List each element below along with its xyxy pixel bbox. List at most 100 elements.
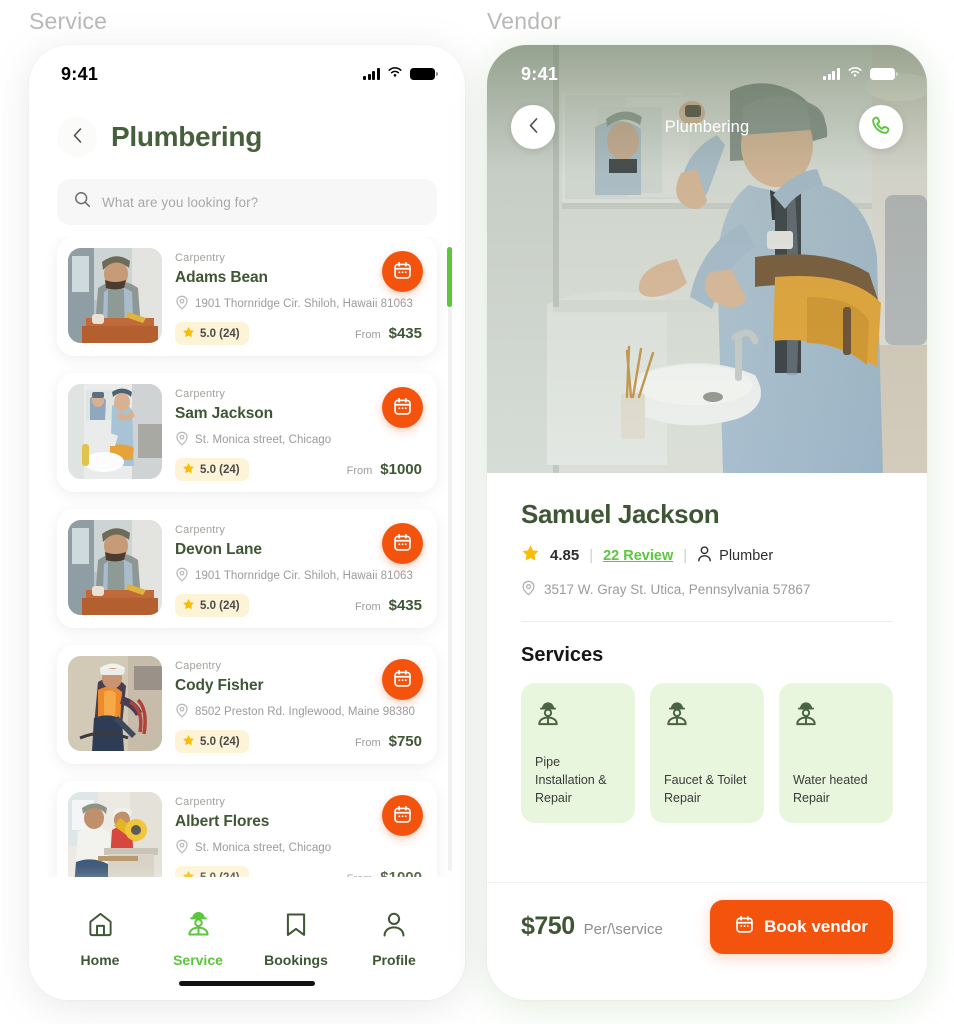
service-offering-label: Pipe Installation & Repair — [535, 754, 607, 805]
book-vendor-label: Book vendor — [764, 916, 868, 936]
location-pin-icon — [175, 703, 189, 721]
service-card[interactable]: Carpentry Sam Jackson St. Monica street,… — [57, 373, 437, 492]
tab-service[interactable]: Service — [155, 911, 241, 968]
hero-title: Plumbering — [664, 117, 750, 136]
search-icon — [74, 191, 91, 213]
vendor-role-label: Plumber — [719, 547, 774, 564]
rating-text: 5.0 (24) — [200, 599, 240, 612]
person-icon — [381, 911, 407, 943]
location-pin-icon — [175, 567, 189, 585]
star-icon — [521, 544, 540, 567]
wifi-icon — [847, 65, 863, 83]
price-block: From $1000 — [347, 869, 426, 877]
service-address-text: 1901 Thornridge Cir. Shiloh, Hawaii 8106… — [195, 570, 413, 582]
book-service-button[interactable] — [382, 795, 423, 836]
service-offering-card[interactable]: Pipe Installation & Repair — [521, 683, 635, 823]
tab-label: Profile — [372, 952, 416, 968]
tab-profile[interactable]: Profile — [351, 911, 437, 968]
price-from-label: From — [354, 601, 381, 613]
location-pin-icon — [521, 580, 536, 599]
location-pin-icon — [175, 295, 189, 313]
price-block: From $435 — [355, 325, 426, 342]
book-service-button[interactable] — [382, 251, 423, 292]
rating-text: 5.0 (24) — [200, 327, 240, 340]
calendar-icon — [393, 261, 412, 283]
service-list: Carpentry Adams Bean 1901 Thornridge Cir… — [29, 237, 451, 877]
tab-bookings[interactable]: Bookings — [253, 911, 339, 968]
service-list-wrapper: Carpentry Adams Bean 1901 Thornridge Cir… — [29, 237, 465, 877]
tab-label: Bookings — [264, 952, 328, 968]
rating-badge: 5.0 (24) — [175, 866, 249, 877]
worker-icon — [535, 701, 621, 733]
vendor-meta-row: 4.85 | 22 Review | Plumber — [521, 544, 893, 567]
price-from-label: From — [354, 737, 381, 749]
bookmark-icon — [283, 911, 309, 943]
tab-label: Home — [80, 952, 120, 968]
service-screen-phone: 9:41 Plumbering What are you looking for… — [29, 45, 465, 1000]
footer-price-unit: Per/\service — [583, 921, 663, 938]
book-service-button[interactable] — [382, 659, 423, 700]
rating-text: 5.0 (24) — [200, 463, 240, 476]
service-address: St. Monica street, Chicago — [175, 431, 426, 449]
service-address: 1901 Thornridge Cir. Shiloh, Hawaii 8106… — [175, 295, 426, 313]
call-button[interactable] — [859, 105, 903, 149]
services-grid: Pipe Installation & Repair Faucet & Toil… — [521, 683, 893, 823]
price-value: $435 — [388, 597, 422, 614]
service-card[interactable]: Capentry Cody Fisher 8502 Preston Rd. In… — [57, 645, 437, 764]
service-thumbnail — [68, 248, 162, 343]
calendar-icon — [393, 805, 412, 827]
book-vendor-button[interactable]: Book vendor — [710, 899, 893, 954]
service-address-text: St. Monica street, Chicago — [195, 842, 332, 854]
hero-top-bar: 9:41 Plumbering — [487, 45, 927, 149]
rating-value: 4.85 — [550, 547, 580, 564]
worker-icon — [793, 701, 879, 733]
vendor-role: Plumber — [697, 545, 774, 566]
book-service-button[interactable] — [382, 523, 423, 564]
price-block: From $750 — [355, 733, 426, 750]
chevron-left-icon — [529, 118, 538, 136]
price-block: From $1000 — [347, 461, 426, 478]
service-address: 8502 Preston Rd. Inglewood, Maine 98380 — [175, 703, 426, 721]
review-count-link[interactable]: 22 Review — [603, 548, 673, 564]
battery-icon — [410, 67, 438, 81]
back-button[interactable] — [57, 117, 97, 157]
status-time: 9:41 — [61, 63, 99, 84]
calendar-icon — [393, 397, 412, 419]
person-icon — [697, 545, 712, 566]
search-input[interactable] — [102, 194, 420, 210]
price-from-label: From — [346, 465, 373, 477]
vendor-address: 3517 W. Gray St. Utica, Pennsylvania 578… — [521, 580, 893, 599]
service-offering-card[interactable]: Faucet & Toilet Repair — [650, 683, 764, 823]
service-card[interactable]: Carpentry Albert Flores St. Monica stree… — [57, 781, 437, 877]
rating-text: 5.0 (24) — [200, 735, 240, 748]
section-divider — [521, 621, 893, 622]
page-header: Plumbering — [29, 93, 465, 157]
price-from-label: From — [354, 329, 381, 341]
rating-badge: 5.0 (24) — [175, 322, 249, 345]
meta-divider: | — [683, 547, 688, 564]
status-bar: 9:41 — [29, 45, 465, 93]
price-block: From $435 — [355, 597, 426, 614]
vendor-screen-phone: 9:41 Plumbering Samuel Jackson 4.85 | 22… — [487, 45, 927, 1000]
tab-home[interactable]: Home — [57, 911, 143, 968]
book-service-button[interactable] — [382, 387, 423, 428]
back-button[interactable] — [511, 105, 555, 149]
rating-text: 5.0 (24) — [200, 872, 240, 878]
caption-vendor: Vendor — [487, 8, 562, 34]
services-section-title: Services — [521, 644, 604, 666]
star-icon — [182, 462, 195, 478]
service-card[interactable]: Carpentry Devon Lane 1901 Thornridge Cir… — [57, 509, 437, 628]
service-address-text: 8502 Preston Rd. Inglewood, Maine 98380 — [195, 706, 415, 718]
service-address: 1901 Thornridge Cir. Shiloh, Hawaii 8106… — [175, 567, 426, 585]
worker-icon — [185, 911, 212, 943]
phone-icon — [871, 115, 892, 139]
service-card[interactable]: Carpentry Adams Bean 1901 Thornridge Cir… — [57, 237, 437, 356]
vendor-address-text: 3517 W. Gray St. Utica, Pennsylvania 578… — [544, 582, 811, 597]
location-pin-icon — [175, 431, 189, 449]
wifi-icon — [387, 65, 403, 83]
service-offering-card[interactable]: Water heated Repair — [779, 683, 893, 823]
search-bar[interactable] — [57, 179, 437, 225]
home-icon — [87, 911, 114, 943]
vendor-name: Samuel Jackson — [521, 499, 720, 529]
tab-label: Service — [173, 952, 223, 968]
